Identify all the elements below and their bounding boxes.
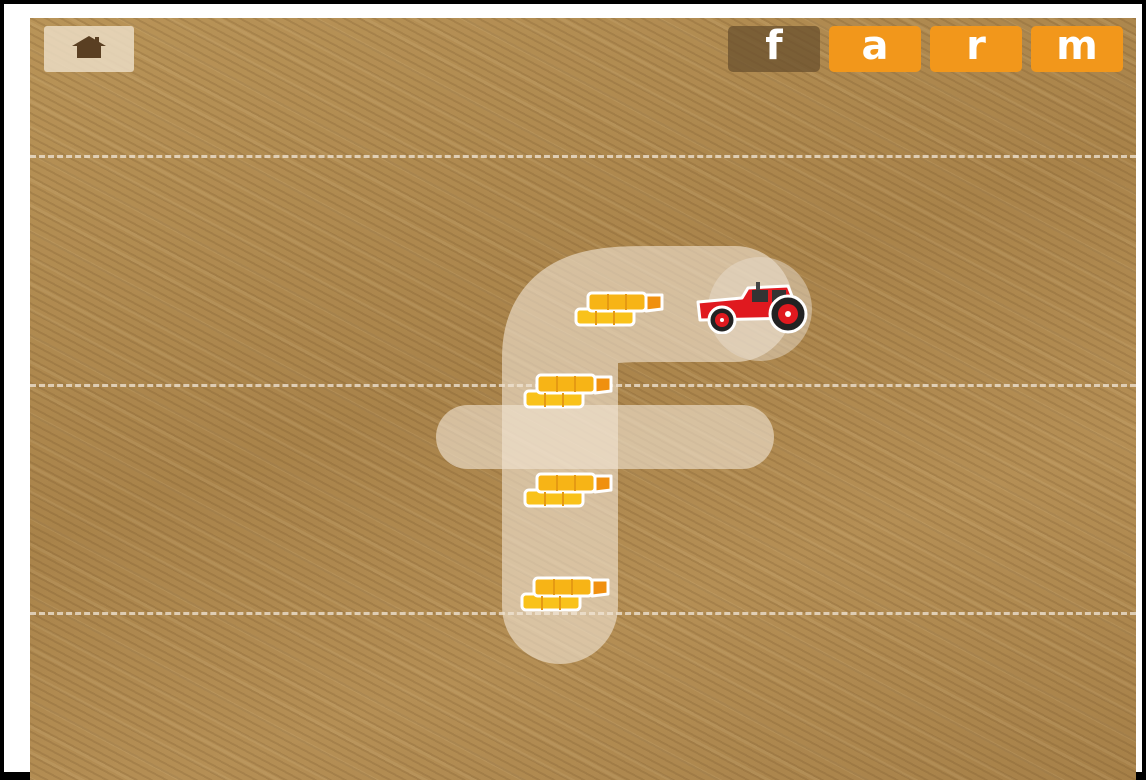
letter-tile-label: r [966, 23, 986, 69]
home-button[interactable] [44, 26, 134, 72]
hay-bale-icon[interactable] [523, 470, 615, 512]
letter-tile-r[interactable]: r [930, 26, 1022, 72]
hay-bale-icon[interactable] [574, 289, 666, 331]
tractor-icon[interactable] [692, 280, 828, 338]
letter-tile-f[interactable]: f [728, 26, 820, 72]
house-icon [70, 34, 108, 64]
hay-bale-icon[interactable] [523, 371, 615, 413]
letter-tile-m[interactable]: m [1031, 26, 1123, 72]
word-tiles: f a r m [728, 26, 1123, 72]
game-frame: f a r m [0, 0, 1146, 780]
farm-field: f a r m [30, 18, 1136, 780]
letter-tile-label: m [1056, 23, 1098, 69]
letter-tile-a[interactable]: a [829, 26, 921, 72]
letter-tile-label: f [765, 23, 783, 69]
letter-tile-label: a [861, 23, 889, 69]
hay-bale-icon[interactable] [520, 574, 612, 616]
